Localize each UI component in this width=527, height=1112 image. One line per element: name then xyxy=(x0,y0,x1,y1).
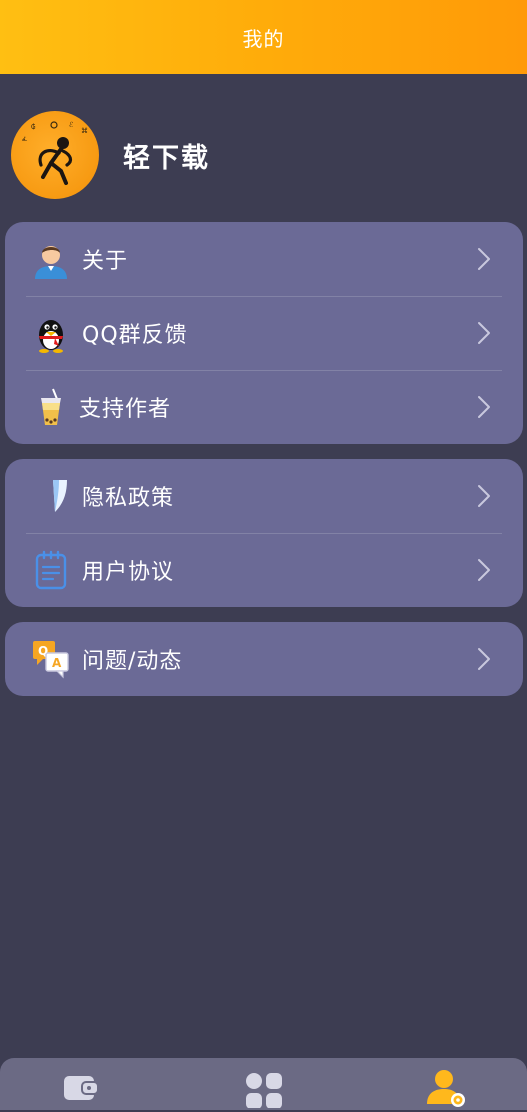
grid-icon xyxy=(246,1073,282,1109)
profile-section: ₲ ℰ ፈ ⌘ 轻下载 xyxy=(11,110,210,200)
menu-card-1: 关于 QQ群反馈 支持作者 xyxy=(5,222,523,444)
menu-item-qq-feedback[interactable]: QQ群反馈 xyxy=(5,296,523,370)
stickman-logo-icon: ₲ ℰ ፈ ⌘ xyxy=(22,121,88,185)
chevron-right-icon xyxy=(478,648,490,670)
menu-item-label: QQ群反馈 xyxy=(82,323,188,348)
menu-item-issues-news[interactable]: Q A 问题/动态 xyxy=(5,622,523,696)
notepad-icon xyxy=(35,550,67,590)
chevron-right-icon xyxy=(478,248,490,270)
menu-card-3: Q A 问题/动态 xyxy=(5,622,523,696)
shield-icon xyxy=(53,480,67,512)
qq-penguin-icon xyxy=(39,320,63,353)
nav-tab-apps[interactable] xyxy=(240,1064,288,1109)
menu-item-label: 隐私政策 xyxy=(82,486,175,511)
person-avatar-icon xyxy=(35,246,67,279)
chevron-right-icon xyxy=(478,322,490,344)
qa-icon: Q A xyxy=(33,641,69,679)
menu-item-privacy-policy[interactable]: 隐私政策 xyxy=(5,459,523,533)
avatar[interactable]: ₲ ℰ ፈ ⌘ xyxy=(11,111,99,199)
nav-tab-mine[interactable] xyxy=(422,1064,470,1108)
menu-item-support-author[interactable]: 支持作者 xyxy=(5,370,523,444)
app-name: 轻下载 xyxy=(123,142,210,174)
top-bar: 我的 xyxy=(0,0,527,74)
svg-text:ፈ: ፈ xyxy=(22,135,28,143)
svg-text:A: A xyxy=(52,656,62,670)
menu-item-label: 支持作者 xyxy=(79,397,172,422)
menu-item-label: 关于 xyxy=(82,249,129,274)
page-title: 我的 xyxy=(242,26,285,51)
user-settings-icon xyxy=(427,1070,465,1107)
wallet-icon xyxy=(64,1076,99,1100)
nav-tab-wallet[interactable] xyxy=(58,1064,106,1108)
menu-card-2: 隐私政策 用户协议 xyxy=(5,459,523,607)
menu-item-about[interactable]: 关于 xyxy=(5,222,523,296)
svg-text:ℰ: ℰ xyxy=(69,121,73,129)
chevron-right-icon xyxy=(478,559,490,581)
chevron-right-icon xyxy=(478,396,490,418)
menu-item-user-agreement[interactable]: 用户协议 xyxy=(5,533,523,607)
menu-item-label: 问题/动态 xyxy=(82,649,183,674)
chevron-right-icon xyxy=(478,485,490,507)
svg-text:⌘: ⌘ xyxy=(81,127,88,135)
bottom-nav xyxy=(0,1058,527,1110)
svg-text:₲: ₲ xyxy=(31,123,36,131)
menu-item-label: 用户协议 xyxy=(82,560,175,585)
bubble-tea-icon xyxy=(41,388,61,425)
